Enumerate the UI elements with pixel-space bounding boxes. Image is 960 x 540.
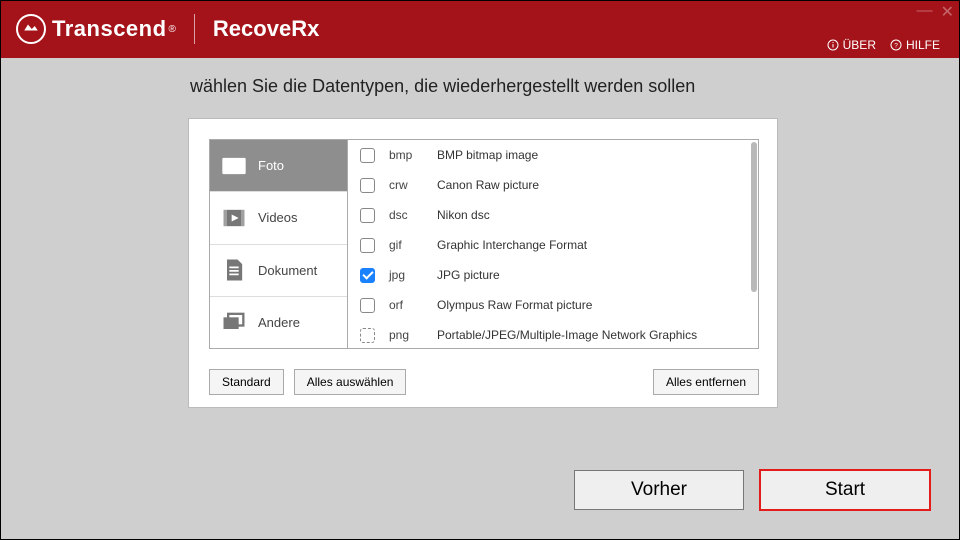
- category-videos[interactable]: Videos: [210, 192, 347, 244]
- page-instruction: wählen Sie die Datentypen, die wiederher…: [0, 58, 960, 97]
- ext-desc: Olympus Raw Format picture: [437, 298, 592, 312]
- about-link[interactable]: ÜBER: [827, 38, 876, 52]
- filetype-row-orf: orfOlympus Raw Format picture: [348, 290, 758, 320]
- filetype-row-crw: crwCanon Raw picture: [348, 170, 758, 200]
- minimize-icon[interactable]: —: [917, 2, 933, 22]
- category-foto[interactable]: Foto: [210, 140, 347, 192]
- logo-icon: [16, 14, 46, 44]
- category-list: Foto Videos Dokument Andere: [210, 140, 348, 348]
- ext-label: crw: [389, 178, 437, 192]
- ext-desc: Nikon dsc: [437, 208, 490, 222]
- info-icon: [827, 39, 839, 51]
- checkbox-dsc[interactable]: [360, 208, 375, 223]
- filetype-row-png: pngPortable/JPEG/Multiple-Image Network …: [348, 320, 758, 348]
- category-label: Videos: [258, 210, 298, 225]
- ext-desc: JPG picture: [437, 268, 500, 282]
- scrollbar[interactable]: [750, 140, 758, 348]
- app-header: Transcend ® RecoveRx — ✕ ÜBER ? HILFE: [0, 0, 960, 58]
- ext-label: jpg: [389, 268, 437, 282]
- ext-label: orf: [389, 298, 437, 312]
- select-all-button[interactable]: Alles auswählen: [294, 369, 407, 395]
- filetype-row-dsc: dscNikon dsc: [348, 200, 758, 230]
- scrollbar-thumb[interactable]: [751, 142, 757, 292]
- ext-label: dsc: [389, 208, 437, 222]
- header-separator: [194, 14, 195, 44]
- checkbox-png[interactable]: [360, 328, 375, 343]
- help-icon: ?: [890, 39, 902, 51]
- category-label: Dokument: [258, 263, 317, 278]
- ext-desc: Graphic Interchange Format: [437, 238, 587, 252]
- foto-icon: [220, 155, 248, 177]
- filetype-row-jpg: jpgJPG picture: [348, 260, 758, 290]
- category-label: Andere: [258, 315, 300, 330]
- brand-name: Transcend: [52, 16, 167, 42]
- svg-text:?: ?: [894, 43, 898, 50]
- checkbox-orf[interactable]: [360, 298, 375, 313]
- close-icon[interactable]: ✕: [941, 2, 954, 22]
- ext-label: gif: [389, 238, 437, 252]
- remove-all-button[interactable]: Alles entfernen: [653, 369, 759, 395]
- start-button[interactable]: Start: [760, 470, 930, 510]
- filetype-row-bmp: bmpBMP bitmap image: [348, 140, 758, 170]
- ext-label: bmp: [389, 148, 437, 162]
- ext-desc: BMP bitmap image: [437, 148, 538, 162]
- back-button[interactable]: Vorher: [574, 470, 744, 510]
- category-andere[interactable]: Andere: [210, 297, 347, 348]
- checkbox-gif[interactable]: [360, 238, 375, 253]
- brand-logo: Transcend ®: [0, 14, 176, 44]
- videos-icon: [220, 207, 248, 229]
- standard-button[interactable]: Standard: [209, 369, 284, 395]
- help-link[interactable]: ? HILFE: [890, 38, 940, 52]
- dokument-icon: [220, 259, 248, 281]
- checkbox-crw[interactable]: [360, 178, 375, 193]
- reg-mark: ®: [169, 24, 176, 35]
- selection-panel: Foto Videos Dokument Andere bmpBMP bitmap i…: [188, 118, 778, 408]
- ext-desc: Canon Raw picture: [437, 178, 539, 192]
- checkbox-jpg[interactable]: [360, 268, 375, 283]
- andere-icon: [220, 311, 248, 333]
- ext-desc: Portable/JPEG/Multiple-Image Network Gra…: [437, 328, 697, 342]
- checkbox-bmp[interactable]: [360, 148, 375, 163]
- filetype-row-gif: gifGraphic Interchange Format: [348, 230, 758, 260]
- category-dokument[interactable]: Dokument: [210, 245, 347, 297]
- category-label: Foto: [258, 158, 284, 173]
- filetype-list: bmpBMP bitmap imagecrwCanon Raw pictured…: [348, 140, 758, 348]
- product-name: RecoveRx: [213, 16, 319, 42]
- ext-label: png: [389, 328, 437, 342]
- panel-inner: Foto Videos Dokument Andere bmpBMP bitmap i…: [209, 139, 759, 349]
